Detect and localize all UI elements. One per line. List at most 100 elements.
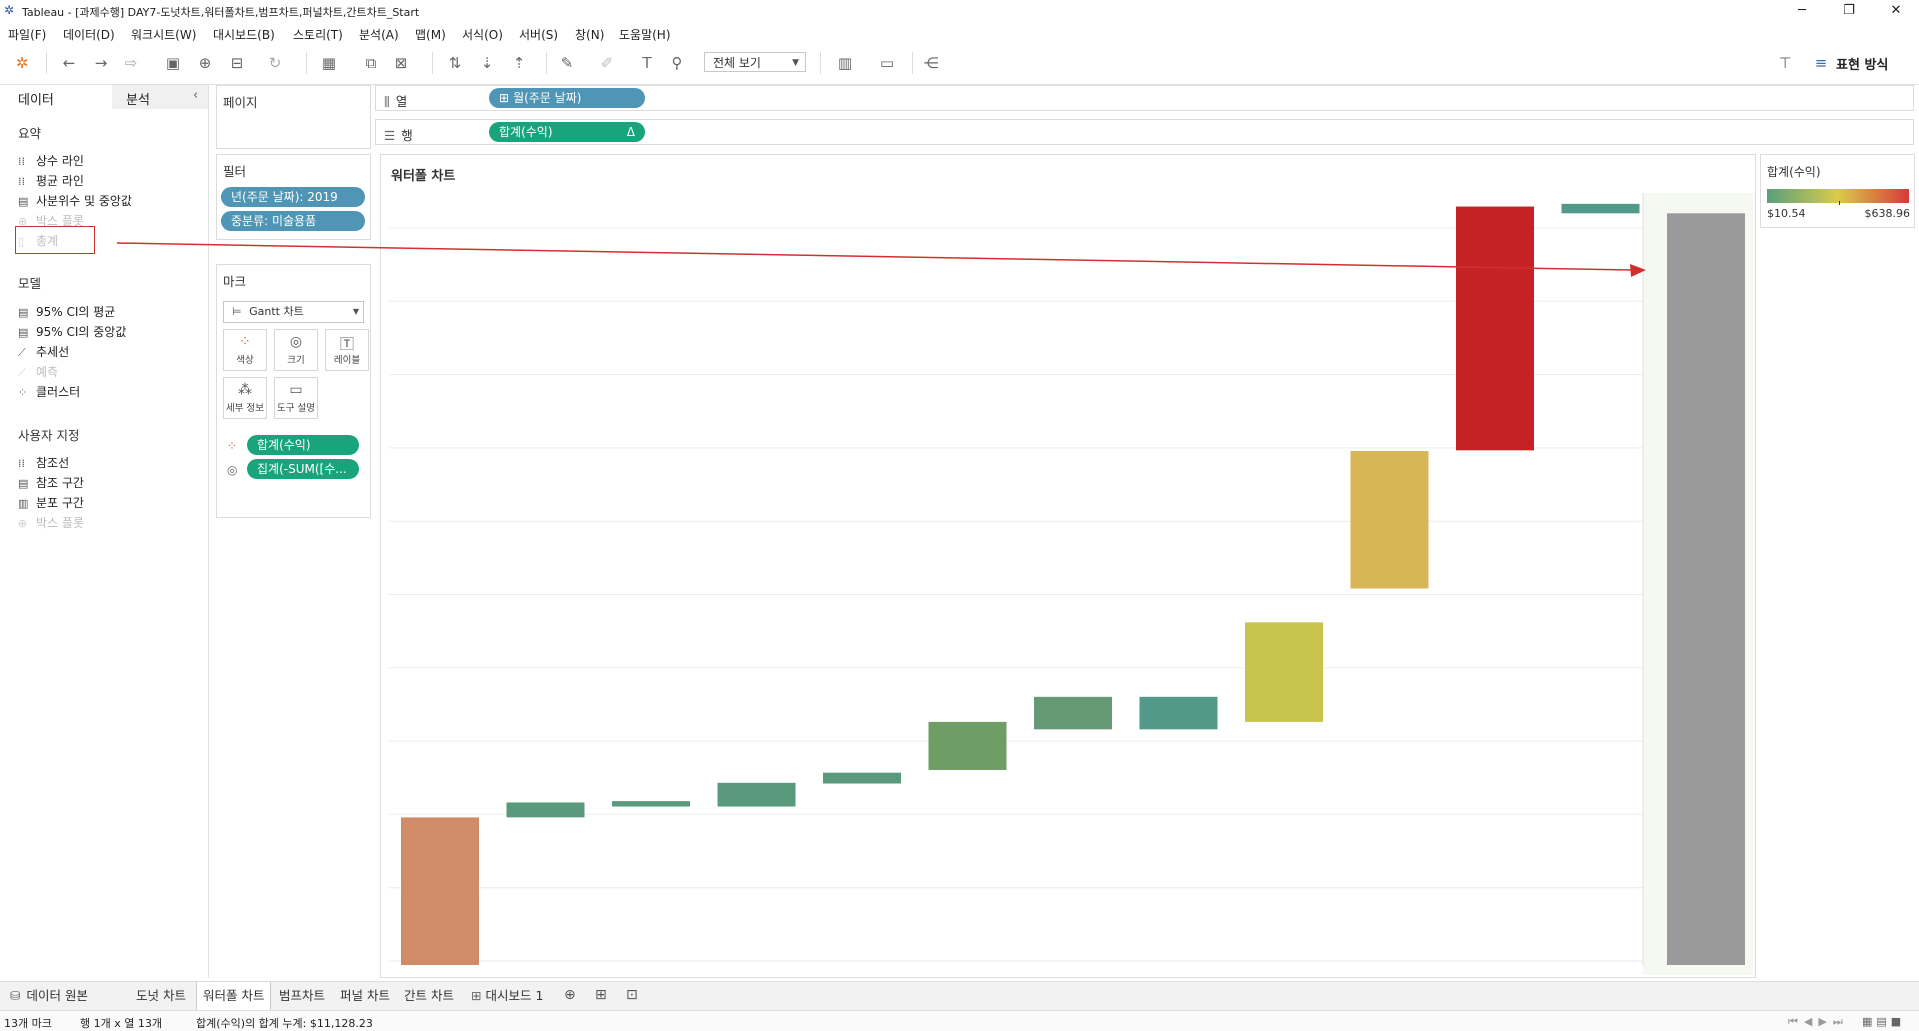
average-ci-item[interactable]: ▤ 95% CI의 평균: [18, 303, 115, 320]
status-marks: 13개 마크: [4, 1017, 52, 1030]
new-datasource-icon[interactable]: ⊕: [196, 54, 214, 72]
marks-field-size[interactable]: 집계(-SUM([수...: [247, 459, 359, 479]
title-bar: ✲ Tableau - [과제수행] DAY7-도넛차트,워터폴차트,범프차트,…: [0, 0, 1919, 22]
tab-gantt-chart[interactable]: 간트 차트: [398, 982, 460, 1010]
pause-update-icon[interactable]: ⊟: [228, 54, 246, 72]
custom-header: 사용자 지정: [18, 428, 80, 443]
menu-story[interactable]: 스토리(T): [293, 26, 343, 43]
line-icon: ⁞⁞: [18, 457, 25, 470]
constant-line-item[interactable]: ⁞⁞ 상수 라인: [18, 152, 84, 169]
redo-icon[interactable]: →: [92, 54, 110, 72]
menu-data[interactable]: 데이터(D): [63, 26, 115, 43]
sheet-view-icons[interactable]: ▦▤■: [1862, 1015, 1905, 1028]
close-icon[interactable]: ✕: [1873, 0, 1919, 22]
trend-line-item[interactable]: ⟋ 추세선: [18, 343, 69, 360]
toolbar-divider: [306, 52, 307, 74]
label-icon[interactable]: Ｔ: [638, 54, 656, 72]
waterfall-chart[interactable]: [381, 155, 1755, 977]
marks-field-profit[interactable]: 합계(수익): [247, 435, 359, 455]
tableau-start-icon[interactable]: ✲: [13, 54, 31, 72]
detail-button[interactable]: ⁂ 세부 정보: [223, 377, 267, 419]
show-me-icon[interactable]: ≡: [1812, 54, 1830, 72]
color-button[interactable]: ⁘ 색상: [223, 329, 267, 371]
tab-analysis[interactable]: 분석: [126, 89, 150, 108]
swap-icon[interactable]: ⇅: [446, 54, 464, 72]
clear-sheet-icon[interactable]: ⊠: [392, 54, 410, 72]
rows-shelf[interactable]: ☰ 행 합계(수익) Δ: [375, 119, 1914, 145]
fit-view-select[interactable]: 전체 보기 ▼: [704, 52, 806, 72]
minimize-icon[interactable]: ─: [1779, 0, 1825, 22]
columns-pill-month[interactable]: ⊞ 월(주문 날짜): [489, 88, 645, 108]
average-line-item[interactable]: ⁞⁞ 평균 라인: [18, 172, 84, 189]
color-legend[interactable]: 합계(수익) $10.54 $638.96: [1760, 154, 1915, 228]
forecast-item[interactable]: ⟋ 예측: [18, 363, 58, 380]
pages-label: 페이지: [223, 95, 258, 110]
tab-waterfall-chart[interactable]: 워터폴 차트: [196, 982, 272, 1010]
sort-desc-icon[interactable]: ⇡: [510, 54, 528, 72]
cluster-item[interactable]: ⁘ 클러스터: [18, 383, 80, 400]
reference-line-item[interactable]: ⁞⁞ 참조선: [18, 454, 69, 471]
menu-help[interactable]: 도움말(H): [619, 26, 671, 43]
sort-asc-icon[interactable]: ⇣: [478, 54, 496, 72]
save-icon[interactable]: ▣: [164, 54, 182, 72]
distribution-band-item[interactable]: ▥ 분포 구간: [18, 494, 84, 511]
menu-analysis[interactable]: 분석(A): [359, 26, 399, 43]
group-icon[interactable]: ✐: [598, 54, 616, 72]
format-painter-icon[interactable]: ⊤: [1776, 54, 1794, 72]
columns-shelf[interactable]: ⫼ 열 ⊞ 월(주문 날짜): [375, 85, 1914, 111]
show-me-button[interactable]: 표현 방식: [1836, 54, 1888, 73]
size-icon: ◎: [289, 334, 303, 350]
tab-data-source[interactable]: ⛁ 데이터 원본: [4, 982, 94, 1010]
tooltip-button[interactable]: ▭ 도구 설명: [274, 377, 318, 419]
toolbar-divider: [432, 52, 433, 74]
database-icon: ⛁: [10, 988, 21, 1003]
rows-pill-profit[interactable]: 합계(수익) Δ: [489, 122, 645, 142]
median-ci-item[interactable]: ▤ 95% CI의 중앙값: [18, 323, 126, 340]
new-worksheet-icon[interactable]: ▦: [320, 54, 338, 72]
menu-window[interactable]: 창(N): [575, 26, 604, 43]
reference-band-item[interactable]: ▤ 참조 구간: [18, 474, 84, 491]
legend-tick: [1839, 201, 1840, 205]
sheet-nav-icons[interactable]: ⏮◀▶⏭: [1788, 1015, 1849, 1029]
show-cards-icon[interactable]: ▥: [836, 54, 854, 72]
trend-icon: ⟋: [18, 346, 26, 359]
mark-type-value: Gantt 차트: [249, 305, 304, 318]
custom-box-plot-item[interactable]: ⊕ 박스 플롯: [18, 514, 84, 531]
tab-data[interactable]: 데이터: [18, 89, 54, 108]
status-rows-cols: 행 1개 x 열 13개: [80, 1017, 162, 1030]
duplicate-icon[interactable]: ⧉: [362, 54, 380, 72]
refresh-icon[interactable]: ↻: [266, 54, 284, 72]
menu-map[interactable]: 맵(M): [415, 26, 446, 43]
pages-card[interactable]: 페이지: [216, 85, 371, 149]
mark-type-select[interactable]: ⊨ Gantt 차트 ▼: [223, 301, 364, 323]
rows-label: ☰ 행: [384, 128, 413, 143]
pin-icon[interactable]: ⚲: [668, 54, 686, 72]
restore-icon[interactable]: ❐: [1826, 0, 1872, 22]
detail-icon: ⁂: [238, 382, 252, 398]
menu-server[interactable]: 서버(S): [519, 26, 558, 43]
highlight-icon[interactable]: ✎: [558, 54, 576, 72]
filters-card[interactable]: 필터 년(주문 날짜): 2019 중분류: 미술용품: [216, 154, 371, 240]
menu-dashboard[interactable]: 대시보드(B): [213, 26, 275, 43]
new-worksheet-tab-icon[interactable]: ⊕: [564, 987, 576, 1003]
tab-bump-chart[interactable]: 범프차트: [273, 982, 331, 1010]
label-button[interactable]: 🅃 레이블: [325, 329, 369, 371]
median-quartiles-item[interactable]: ▤ 사분위수 및 중앙값: [18, 192, 132, 209]
tab-funnel-chart[interactable]: 퍼널 차트: [334, 982, 396, 1010]
new-dashboard-tab-icon[interactable]: ⊞: [595, 987, 607, 1003]
new-story-tab-icon[interactable]: ⊡: [626, 987, 638, 1003]
share-icon[interactable]: ⋲: [922, 54, 940, 72]
filter-pill-category[interactable]: 중분류: 미술용품: [221, 211, 365, 231]
filter-pill-year[interactable]: 년(주문 날짜): 2019: [221, 187, 365, 207]
replay-icon[interactable]: ⇨: [122, 54, 140, 72]
menu-worksheet[interactable]: 워크시트(W): [131, 26, 196, 43]
tab-dashboard-1[interactable]: ⊞ 대시보드 1: [465, 982, 549, 1010]
waterfall-bars: [401, 203, 1745, 965]
collapse-pane-icon[interactable]: ‹: [193, 88, 198, 103]
menu-file[interactable]: 파일(F): [8, 26, 46, 43]
tab-donut-chart[interactable]: 도넛 차트: [130, 982, 192, 1010]
presentation-icon[interactable]: ▭: [878, 54, 896, 72]
undo-icon[interactable]: ←: [60, 54, 78, 72]
menu-format[interactable]: 서식(O): [462, 26, 503, 43]
size-button[interactable]: ◎ 크기: [274, 329, 318, 371]
